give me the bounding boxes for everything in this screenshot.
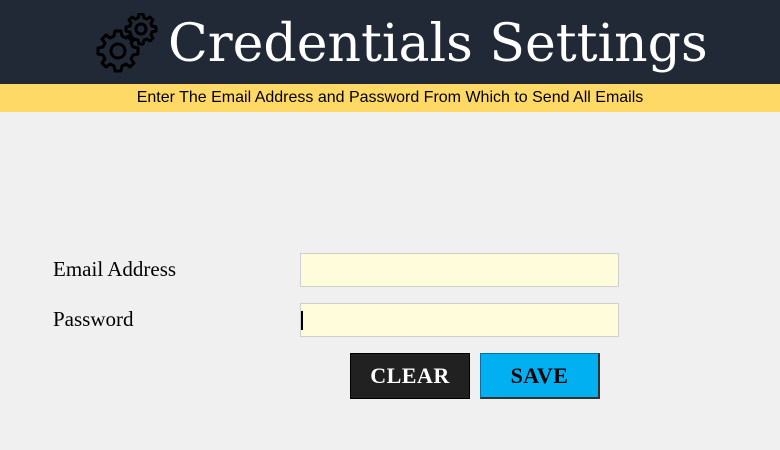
text-cursor [301, 311, 303, 330]
header-bar: Credentials Settings [0, 0, 780, 84]
save-button[interactable]: SAVE [480, 353, 600, 399]
email-address-label: Email Address [53, 257, 177, 281]
page-title: Credentials Settings [168, 14, 708, 74]
password-input[interactable] [300, 303, 619, 337]
instruction-bar: Enter The Email Address and Password Fro… [0, 84, 780, 112]
gear-icon [96, 13, 158, 73]
email-address-input[interactable] [300, 253, 619, 287]
header-content: Credentials Settings [96, 8, 708, 80]
password-label: Password [53, 307, 134, 331]
instruction-text: Enter The Email Address and Password Fro… [136, 89, 644, 106]
clear-button[interactable]: CLEAR [350, 353, 470, 399]
credentials-settings-window: Credentials Settings Enter The Email Add… [0, 0, 780, 450]
